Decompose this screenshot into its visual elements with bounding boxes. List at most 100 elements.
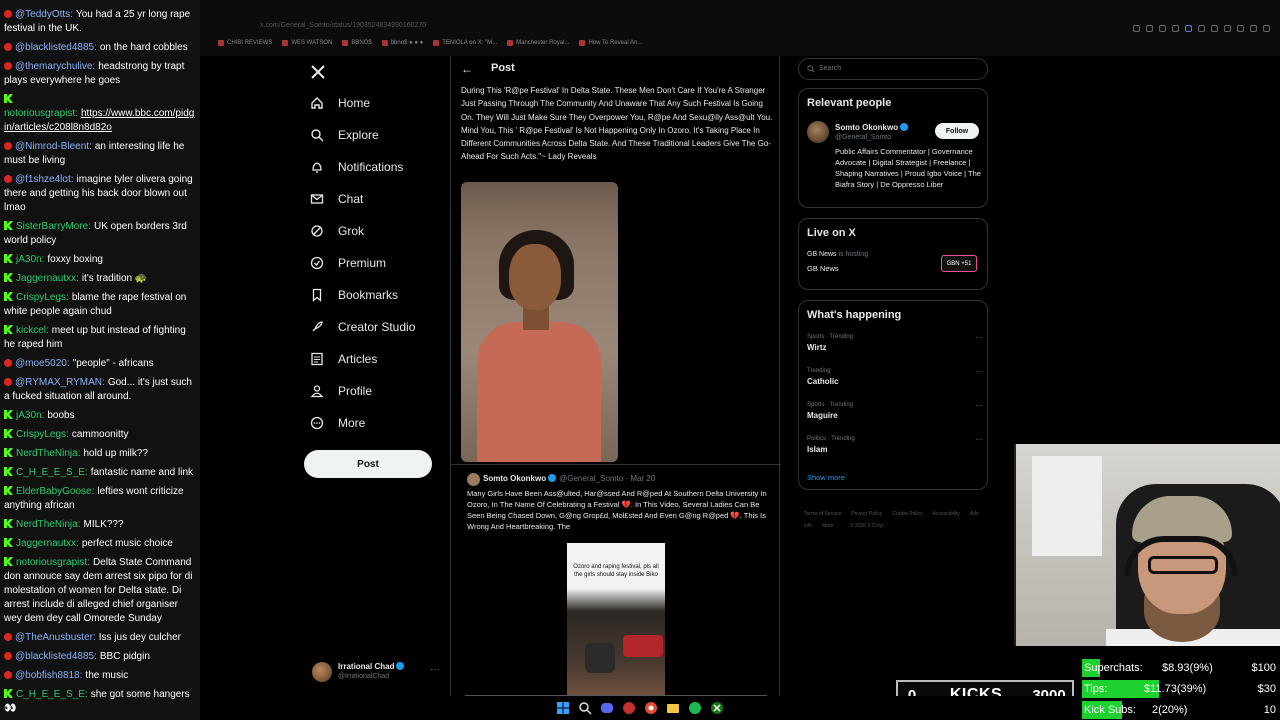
- nav-item-premium[interactable]: Premium: [310, 256, 386, 270]
- extension-icon[interactable]: [1172, 25, 1179, 32]
- extension-icon[interactable]: [1198, 25, 1205, 32]
- footer-link[interactable]: © 2026 X Corp.: [850, 523, 885, 529]
- chat-username[interactable]: Jaggernautxx:: [16, 273, 79, 284]
- chat-username[interactable]: kickcel:: [16, 325, 49, 336]
- bookmark-item[interactable]: BBNO$: [342, 40, 371, 46]
- goal-row: Superchats: $8.93(9%) $100: [1082, 658, 1280, 678]
- footer-link[interactable]: Terms of Service: [804, 511, 841, 517]
- chat-username[interactable]: @blacklisted4885:: [15, 42, 97, 53]
- chat-username[interactable]: @blacklisted4885:: [15, 651, 97, 662]
- nav-item-articles[interactable]: Articles: [310, 352, 377, 366]
- spotify-icon[interactable]: [688, 701, 702, 715]
- bookmark-item[interactable]: Manchester Royal...: [507, 40, 569, 46]
- chat-username[interactable]: @moe5020:: [15, 358, 70, 369]
- chat-username[interactable]: SisterBarryMore:: [16, 221, 91, 232]
- folder-icon[interactable]: [666, 701, 680, 715]
- chat-username[interactable]: C_H_E_E_S_E:: [16, 467, 88, 478]
- chat-username[interactable]: @TeddyOtts:: [15, 9, 73, 20]
- goal-row: Tips: $11.73(39%) $30: [1082, 679, 1280, 699]
- trend-item[interactable]: Sports · Trending Maguire ···: [807, 401, 983, 422]
- nav-item-profile[interactable]: Profile: [310, 384, 372, 398]
- nav-item-label: Bookmarks: [338, 288, 399, 302]
- more-options-icon[interactable]: ···: [975, 333, 983, 342]
- live-avatars[interactable]: GBN +51: [941, 255, 977, 272]
- chat-username[interactable]: jA30n:: [16, 254, 44, 265]
- more-options-icon[interactable]: ···: [975, 435, 983, 444]
- windows-start-icon[interactable]: [556, 701, 570, 715]
- chat-username[interactable]: @f1shze4lot:: [15, 174, 74, 185]
- extension-icon[interactable]: [1237, 25, 1244, 32]
- tweet-video[interactable]: [461, 182, 618, 462]
- trend-item[interactable]: Trending Catholic ···: [807, 367, 983, 388]
- live-title[interactable]: GB News: [807, 264, 839, 273]
- nav-item-chat[interactable]: Chat: [310, 192, 363, 206]
- quoted-tweet[interactable]: Somto Okonkwo @General_Somto · Mar 20 Man…: [451, 464, 781, 697]
- show-more-link[interactable]: Show more: [807, 473, 845, 482]
- nav-item-home[interactable]: Home: [310, 96, 370, 110]
- chat-username[interactable]: NerdTheNinja:: [16, 519, 80, 530]
- more-options-icon[interactable]: ···: [975, 401, 983, 410]
- bookmark-item[interactable]: How To Reveal An...: [579, 40, 642, 46]
- footer-link[interactable]: Accessibility: [933, 511, 960, 517]
- extension-icon[interactable]: [1133, 25, 1140, 32]
- bookmark-item[interactable]: bbno$ ● ● ●: [382, 40, 424, 46]
- avatar[interactable]: [807, 121, 829, 143]
- discord-icon[interactable]: [600, 701, 614, 715]
- chat-username[interactable]: CrispyLegs:: [16, 429, 69, 440]
- nav-item-grok[interactable]: Grok: [310, 224, 364, 238]
- bookmark-item[interactable]: CHIBI REVIEWS: [218, 40, 272, 46]
- extension-icon[interactable]: [1250, 25, 1257, 32]
- extension-icon[interactable]: [1263, 25, 1270, 32]
- chat-username[interactable]: Jaggernautxx:: [16, 538, 79, 549]
- nav-item-creator-studio[interactable]: Creator Studio: [310, 320, 415, 334]
- chat-username[interactable]: notoriousgrapist:: [16, 557, 90, 568]
- extension-icon[interactable]: [1211, 25, 1218, 32]
- xbox-icon[interactable]: [710, 701, 724, 715]
- address-bar[interactable]: x.com/General_Somto/status/1903524834990…: [260, 22, 426, 29]
- nav-item-more[interactable]: More: [310, 416, 365, 430]
- more-options-icon[interactable]: ···: [430, 664, 440, 675]
- follow-button[interactable]: Follow: [935, 123, 979, 139]
- chat-username[interactable]: @TheAnusbuster:: [15, 632, 96, 643]
- chat-username[interactable]: ElderBabyGoose:: [16, 486, 94, 497]
- chat-username[interactable]: CrispyLegs:: [16, 292, 69, 303]
- account-switcher[interactable]: Irrational Chad @IrrationalChad ···: [312, 660, 442, 688]
- nav-item-explore[interactable]: Explore: [310, 128, 379, 142]
- chat-username[interactable]: C_H_E_E_S_E:: [16, 689, 88, 700]
- extension-icon[interactable]: [1159, 25, 1166, 32]
- chat-text: boobs: [47, 410, 75, 421]
- live-source[interactable]: GB News: [807, 251, 837, 258]
- chat-username[interactable]: @RYMAX_RYMAN:: [15, 377, 105, 388]
- kick-icon: [4, 273, 13, 282]
- more-options-icon[interactable]: ···: [975, 367, 983, 376]
- post-button[interactable]: Post: [304, 450, 432, 478]
- chat-username[interactable]: @themarychulive:: [15, 61, 95, 72]
- extension-icon[interactable]: [1146, 25, 1153, 32]
- nav-item-bookmarks[interactable]: Bookmarks: [310, 288, 398, 302]
- extension-icon[interactable]: [1224, 25, 1231, 32]
- chat-message: @RYMAX_RYMAN: God... it's just such a fuc…: [4, 376, 196, 404]
- chat-username[interactable]: @bobfish8818:: [15, 670, 82, 681]
- trend-item[interactable]: Sports · Trending Wirtz ···: [807, 333, 983, 354]
- chat-username[interactable]: NerdTheNinja:: [16, 448, 80, 459]
- x-logo-icon[interactable]: [310, 64, 326, 80]
- bookmark-item[interactable]: WES WATSON: [282, 40, 332, 46]
- nav-item-notifications[interactable]: Notifications: [310, 160, 403, 174]
- footer-link[interactable]: More ···: [822, 523, 840, 529]
- search-input[interactable]: Search: [798, 58, 988, 80]
- quoted-video[interactable]: Ozoro and raping festival, pls all the g…: [567, 543, 665, 695]
- extension-icon[interactable]: [1185, 25, 1192, 32]
- search-icon[interactable]: [578, 701, 592, 715]
- footer-link[interactable]: Privacy Policy: [851, 511, 882, 517]
- chat-username[interactable]: @Nimrod-Bleent:: [15, 141, 92, 152]
- browser-icon[interactable]: [644, 701, 658, 715]
- app-icon[interactable]: [622, 701, 636, 715]
- footer-link[interactable]: Cookie Policy: [892, 511, 922, 517]
- chat-username[interactable]: jA30n:: [16, 410, 44, 421]
- chat-username[interactable]: notoriousgrapist:: [4, 108, 78, 119]
- trend-item[interactable]: Politics · Trending Islam ···: [807, 435, 983, 456]
- person-name[interactable]: Somto Okonkwo: [835, 123, 898, 132]
- back-arrow-icon[interactable]: ←: [461, 62, 473, 76]
- bookmark-item[interactable]: TENIOLA on X: "M...: [433, 40, 497, 46]
- chat-message: CrispyLegs: blame the rape festival on wh…: [4, 291, 196, 319]
